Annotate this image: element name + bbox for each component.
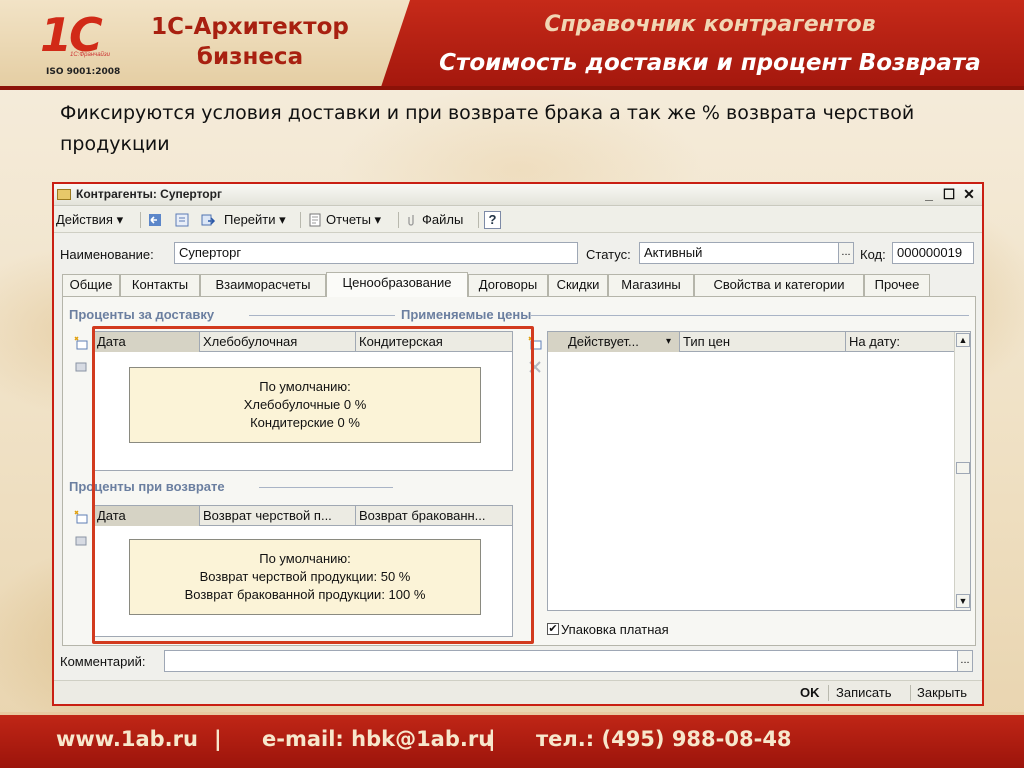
highlight-frame xyxy=(92,326,534,644)
toolbar-separator xyxy=(398,212,399,228)
footer-website[interactable]: www.1ab.ru xyxy=(56,727,198,751)
slide-title: Справочник контрагентов xyxy=(544,12,876,37)
form-button-bar: OK Записать Закрыть xyxy=(54,680,982,704)
tab-contracts[interactable]: Договоры xyxy=(468,274,548,296)
maximize-button[interactable]: ☐ xyxy=(940,185,958,203)
scroll-up-button[interactable]: ▲ xyxy=(956,333,970,347)
actions-menu[interactable]: Действия ▾ xyxy=(56,211,123,229)
reports-icon[interactable] xyxy=(307,212,323,228)
footer-email[interactable]: e-mail: hbk@1ab.ru xyxy=(262,727,493,751)
tab-stores[interactable]: Магазины xyxy=(608,274,694,296)
column-active[interactable]: Действует... ▾ xyxy=(548,332,680,352)
help-button[interactable]: ? xyxy=(484,211,501,229)
reports-menu[interactable]: Отчеты ▾ xyxy=(326,211,381,229)
delete-return-row-icon[interactable] xyxy=(73,533,89,549)
goto-menu[interactable]: Перейти ▾ xyxy=(224,211,286,229)
logo-franchise-caption: 1С:Франчайзи xyxy=(70,52,110,58)
toolbar-separator xyxy=(478,212,479,228)
prices-section-title: Применяемые цены xyxy=(401,307,532,322)
intro-text: Фиксируются условия доставки и при возвр… xyxy=(60,102,915,155)
prices-table[interactable]: Действует... ▾ Тип цен На дату: ▲ ▼ xyxy=(547,331,971,611)
button-separator xyxy=(910,685,911,701)
counterparty-form-window: Контрагенты: Суперторг _ ☐ ✕ Действия ▾ … xyxy=(52,182,984,706)
section-divider xyxy=(249,315,395,316)
window-title: Контрагенты: Суперторг xyxy=(76,187,222,201)
footer-separator: | xyxy=(214,727,222,751)
scroll-down-button[interactable]: ▼ xyxy=(956,594,970,608)
brand-line-1: 1С-Архитектор xyxy=(151,14,349,40)
tab-properties[interactable]: Свойства и категории xyxy=(694,274,864,296)
chevron-down-icon[interactable]: ▾ xyxy=(666,332,671,351)
logo-iso-caption: ISO 9001:2008 xyxy=(46,67,121,77)
section-divider xyxy=(531,315,969,316)
tab-contacts[interactable]: Контакты xyxy=(120,274,200,296)
prices-table-header: Действует... ▾ Тип цен На дату: xyxy=(548,332,954,352)
slide-subtitle: Стоимость доставки и процент Возврата xyxy=(439,50,981,76)
packaging-checkbox[interactable]: ✔ xyxy=(547,623,559,635)
tab-pricing[interactable]: Ценообразование xyxy=(326,272,468,297)
save-button[interactable]: Записать xyxy=(836,685,892,700)
folder-icon xyxy=(57,189,71,200)
form-toolbar: Действия ▾ Перейти ▾ Отчеты ▾ Файлы ? xyxy=(54,207,982,233)
status-select-button[interactable]: ... xyxy=(838,242,854,264)
footer-divider xyxy=(0,712,1024,715)
column-on-date[interactable]: На дату: xyxy=(846,332,954,352)
packaging-label: Упаковка платная xyxy=(561,622,669,637)
brand-line-2: бизнеса xyxy=(196,44,304,70)
code-label: Код: xyxy=(860,247,886,262)
name-label: Наименование: xyxy=(60,247,154,262)
comment-edit-button[interactable]: ... xyxy=(957,650,973,672)
tab-settlements[interactable]: Взаиморасчеты xyxy=(200,274,326,296)
header-divider xyxy=(0,86,1024,90)
tab-other[interactable]: Прочее xyxy=(864,274,930,296)
footer-phone: тел.: (495) 988-08-48 xyxy=(536,727,792,751)
comment-label: Комментарий: xyxy=(60,654,146,669)
status-label: Статус: xyxy=(586,247,631,262)
add-return-row-icon[interactable] xyxy=(73,509,89,525)
comment-field[interactable] xyxy=(164,650,958,672)
files-button[interactable]: Файлы xyxy=(422,211,463,229)
delivery-section-title: Проценты за доставку xyxy=(69,307,215,322)
structure-icon[interactable] xyxy=(174,212,190,228)
paperclip-icon[interactable] xyxy=(404,212,420,228)
delete-row-icon[interactable] xyxy=(73,359,89,375)
column-price-type[interactable]: Тип цен xyxy=(680,332,846,352)
toolbar-separator xyxy=(300,212,301,228)
toolbar-separator xyxy=(140,212,141,228)
window-titlebar: Контрагенты: Суперторг _ ☐ ✕ xyxy=(54,184,982,206)
code-field[interactable]: 000000019 xyxy=(892,242,974,264)
button-separator xyxy=(828,685,829,701)
close-window-button[interactable]: ✕ xyxy=(960,185,978,203)
close-button[interactable]: Закрыть xyxy=(917,685,967,700)
status-field[interactable]: Активный xyxy=(639,242,839,264)
minimize-button[interactable]: _ xyxy=(920,185,938,203)
ok-button[interactable]: OK xyxy=(800,685,820,700)
tab-general[interactable]: Общие xyxy=(62,274,120,296)
scroll-thumb[interactable] xyxy=(956,462,970,474)
name-field[interactable]: Суперторг xyxy=(174,242,578,264)
tab-discounts[interactable]: Скидки xyxy=(548,274,608,296)
column-active-label: Действует... xyxy=(568,334,639,349)
brand-name: 1С-Архитектор бизнеса xyxy=(150,12,350,72)
add-row-icon[interactable] xyxy=(73,335,89,351)
goto-icon[interactable] xyxy=(200,212,216,228)
slide-header: 1С 1С:Франчайзи ISO 9001:2008 1С-Архитек… xyxy=(0,0,1024,90)
save-exit-icon[interactable] xyxy=(147,212,163,228)
prices-scrollbar[interactable]: ▲ ▼ xyxy=(954,332,970,610)
footer-separator: | xyxy=(488,727,496,751)
